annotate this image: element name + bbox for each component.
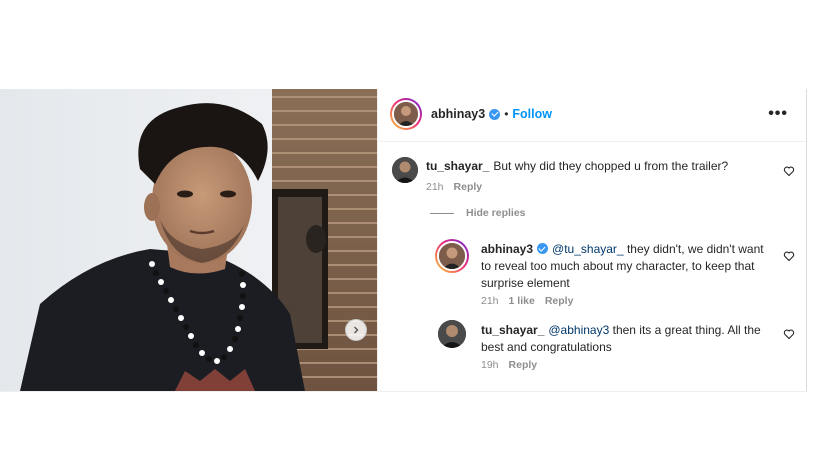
post-photo-image	[0, 89, 377, 391]
author-avatar[interactable]	[390, 98, 422, 130]
more-options-icon[interactable]: •••	[768, 105, 788, 123]
reply-author-avatar[interactable]	[438, 320, 466, 348]
author-username[interactable]: abhinay3	[431, 107, 485, 121]
comment-username[interactable]: tu_shayar_	[426, 159, 489, 173]
comment-body: But why did they chopped u from the trai…	[493, 159, 729, 173]
follow-button[interactable]: Follow	[512, 107, 552, 121]
reply-mention[interactable]: @abhinay3	[548, 323, 609, 337]
reply-meta: 21h 1 like Reply	[481, 295, 583, 307]
reply-button[interactable]: Reply	[454, 181, 483, 193]
reply-username[interactable]: tu_shayar_	[481, 323, 544, 337]
like-heart-icon[interactable]	[783, 328, 795, 340]
hide-replies-label: Hide replies	[466, 207, 526, 219]
verified-badge-icon	[537, 243, 549, 254]
hide-replies-button[interactable]: Hide replies	[430, 207, 526, 219]
post-photo[interactable]	[0, 89, 377, 391]
like-heart-icon[interactable]	[783, 165, 795, 177]
verified-badge-icon	[489, 108, 501, 120]
comment-text: tu_shayar_ But why did they chopped u fro…	[426, 158, 766, 175]
like-heart-icon[interactable]	[783, 250, 795, 262]
commenter-avatar[interactable]	[392, 157, 418, 183]
comment-time: 21h	[426, 181, 444, 193]
separator-dot: •	[504, 107, 509, 121]
comments-panel: abhinay3 • Follow ••• tu_shayar_ But why …	[377, 89, 806, 391]
instagram-post: abhinay3 • Follow ••• tu_shayar_ But why …	[0, 89, 807, 392]
reply-meta: 19h Reply	[481, 359, 547, 371]
reply-button[interactable]: Reply	[545, 295, 574, 307]
next-image-button[interactable]	[345, 319, 367, 341]
reply-likes[interactable]: 1 like	[509, 295, 535, 307]
comment-meta: 21h Reply	[426, 181, 492, 193]
reply-text: abhinay3 @tu_shayar_ they didn't, we didn…	[481, 241, 771, 292]
author-line: abhinay3 • Follow	[431, 107, 552, 121]
reply-username[interactable]: abhinay3	[481, 242, 533, 256]
reply-button[interactable]: Reply	[509, 359, 538, 371]
reply-text: tu_shayar_ @abhinay3 then its a great thi…	[481, 322, 771, 356]
reply-time: 21h	[481, 295, 499, 307]
reply-author-avatar[interactable]	[435, 239, 469, 273]
reply-mention[interactable]: @tu_shayar_	[552, 242, 624, 256]
reply-time: 19h	[481, 359, 499, 371]
replies-divider-line	[430, 212, 454, 214]
post-header: abhinay3 • Follow •••	[378, 89, 806, 142]
chevron-right-icon	[354, 326, 359, 334]
